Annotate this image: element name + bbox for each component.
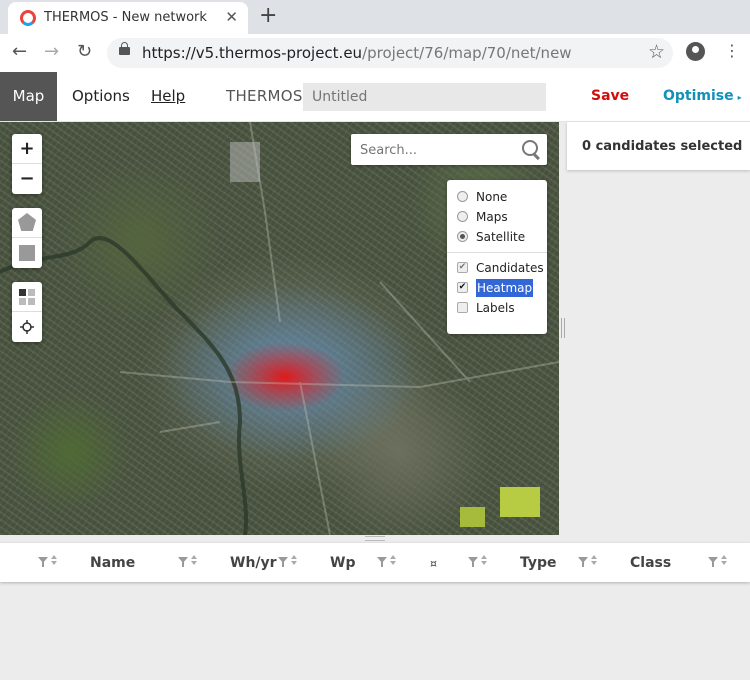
polygon-icon (18, 213, 36, 231)
column-header-class[interactable]: Class (630, 555, 671, 571)
url-path: /project/76/map/70/net/new (362, 44, 572, 62)
filter-icon[interactable] (708, 557, 718, 567)
browser-menu-icon[interactable]: ⋮ (724, 41, 740, 61)
thermos-favicon-icon (20, 10, 36, 26)
tab-help[interactable]: Help (151, 72, 185, 121)
column-header-wh-yr[interactable]: Wh/yr (230, 555, 277, 571)
basemap-label-maps: Maps (476, 210, 508, 224)
search-icon[interactable] (522, 140, 538, 156)
new-tab-button[interactable]: + (259, 4, 277, 28)
basemap-radio-maps[interactable] (457, 211, 468, 222)
save-button[interactable]: Save (591, 72, 629, 121)
selection-panel: 0 candidates selected (567, 122, 750, 170)
overlay-label-labels: Labels (476, 301, 515, 315)
zoom-in-button[interactable]: + (12, 134, 42, 164)
grid-select-icon (19, 289, 35, 305)
browser-toolbar: ← → ↻ https://v5.thermos-project.eu/proj… (0, 34, 750, 73)
app-brand: THERMOS (226, 87, 303, 105)
selection-status: 0 candidates selected (582, 139, 743, 154)
browser-tab-title: THERMOS - New network (44, 10, 207, 25)
zoom-control: + − (12, 134, 42, 194)
column-header-type[interactable]: Type (520, 555, 557, 571)
zoom-out-button[interactable]: − (12, 164, 42, 194)
filter-icon[interactable] (38, 557, 48, 567)
account-icon[interactable] (686, 42, 705, 61)
column-header-wp[interactable]: Wp (330, 555, 355, 571)
vertical-splitter-handle[interactable] (561, 318, 565, 338)
map-search (351, 134, 547, 167)
map-search-input[interactable] (351, 134, 522, 167)
basemap-radio-satellite[interactable] (457, 231, 468, 242)
column-controls (278, 555, 302, 569)
bookmark-star-icon[interactable]: ☆ (648, 41, 665, 63)
reload-icon[interactable]: ↻ (77, 42, 92, 62)
column-header-cost[interactable]: ¤ (430, 557, 437, 570)
back-arrow-icon[interactable]: ← (12, 42, 27, 62)
basemap-radio-none[interactable] (457, 191, 468, 202)
forward-arrow-icon[interactable]: → (44, 42, 59, 62)
address-bar[interactable]: https://v5.thermos-project.eu/project/76… (107, 38, 673, 68)
overlay-checkbox-candidates[interactable]: ✔ (457, 262, 468, 273)
optimise-label: Optimise (663, 88, 734, 104)
column-controls (178, 555, 202, 569)
filter-icon[interactable] (578, 557, 588, 567)
draw-rectangle-button[interactable] (12, 238, 42, 268)
lock-icon[interactable] (119, 42, 130, 55)
caret-right-icon: ▸ (737, 93, 742, 102)
close-tab-icon[interactable]: ✕ (225, 8, 238, 26)
network-name-input[interactable] (303, 83, 546, 111)
map-view[interactable]: + − None Maps Satellite (0, 122, 559, 535)
tab-options[interactable]: Options (72, 72, 130, 121)
filter-icon[interactable] (278, 557, 288, 567)
overlay-label-candidates: Candidates (476, 261, 544, 275)
optimise-button[interactable]: Optimise ▸ (663, 72, 742, 122)
tab-map[interactable]: Map (0, 72, 57, 121)
select-tool-button[interactable] (12, 282, 42, 312)
overlay-checkbox-labels[interactable] (457, 302, 468, 313)
locate-button[interactable] (12, 312, 42, 342)
filter-icon[interactable] (178, 557, 188, 567)
column-controls (578, 555, 602, 569)
layer-control: None Maps Satellite ✔ Candidates ✔ Heatm… (447, 180, 547, 334)
filter-icon[interactable] (468, 557, 478, 567)
app-header: Map Options Help THERMOS Save Optimise▸ (0, 72, 750, 122)
browser-tab[interactable]: THERMOS - New network ✕ (8, 2, 248, 34)
browser-tab-strip: THERMOS - New network ✕ + (0, 0, 750, 34)
basemap-label-satellite: Satellite (476, 230, 526, 244)
crosshair-icon (20, 320, 34, 334)
overlay-checkbox-heatmap[interactable]: ✔ (457, 282, 468, 293)
horizontal-splitter-handle[interactable] (365, 536, 385, 541)
column-controls (468, 555, 492, 569)
draw-control (12, 208, 42, 268)
url-text[interactable]: https://v5.thermos-project.eu/project/76… (142, 44, 572, 62)
tool-control (12, 282, 42, 342)
filter-icon[interactable] (377, 557, 387, 567)
overlay-label-heatmap: Heatmap (476, 279, 534, 297)
draw-polygon-button[interactable] (12, 208, 42, 238)
column-controls (708, 555, 732, 569)
column-controls (377, 555, 401, 569)
column-controls (38, 555, 62, 569)
layer-divider (447, 252, 547, 253)
column-header-name[interactable]: Name (90, 555, 135, 571)
url-host: https://v5.thermos-project.eu (142, 44, 363, 62)
basemap-label-none: None (476, 190, 508, 204)
rectangle-icon (19, 245, 35, 261)
candidates-table-header: Name Wh/yr Wp ¤ Type Class (0, 543, 750, 582)
